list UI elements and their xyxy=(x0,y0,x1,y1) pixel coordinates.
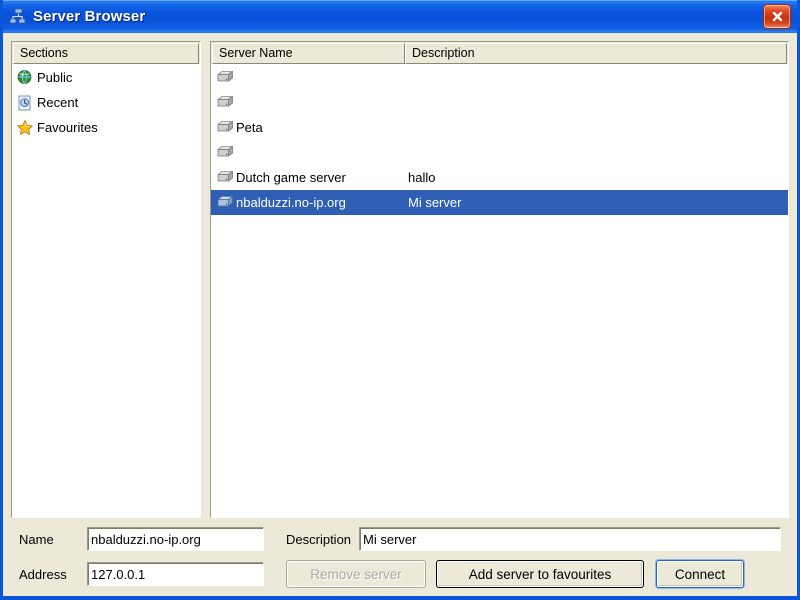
title-bar[interactable]: Server Browser xyxy=(3,0,797,33)
servers-list: Peta Dutch game server hallo nbalduzzi.n… xyxy=(211,64,788,517)
server-icon xyxy=(214,120,236,136)
window-title: Server Browser xyxy=(33,8,146,25)
window-body: Sections Public Recent Favourites Server… xyxy=(3,33,797,596)
column-header-description[interactable]: Description xyxy=(405,43,787,64)
column-header-server-name[interactable]: Server Name xyxy=(212,43,405,64)
table-row-selected[interactable]: nbalduzzi.no-ip.org Mi server xyxy=(211,190,788,215)
connect-button[interactable]: Connect xyxy=(656,560,744,588)
server-icon xyxy=(214,145,236,161)
servers-header-row: Server Name Description xyxy=(211,42,788,64)
sections-column-header[interactable]: Sections xyxy=(13,43,199,64)
name-input[interactable] xyxy=(87,527,264,551)
table-row[interactable] xyxy=(211,65,788,90)
add-server-to-favourites-button[interactable]: Add server to favourites xyxy=(436,560,644,588)
sidebar-item-recent[interactable]: Recent xyxy=(12,90,200,115)
name-row: Name Description xyxy=(19,527,781,551)
cell-server-name: nbalduzzi.no-ip.org xyxy=(236,195,346,210)
cell-description: hallo xyxy=(408,170,436,185)
panes-container: Sections Public Recent Favourites Server… xyxy=(11,41,789,518)
table-row[interactable] xyxy=(211,90,788,115)
name-label: Name xyxy=(19,531,54,547)
description-label: Description xyxy=(286,531,352,547)
sidebar-item-label: Favourites xyxy=(37,120,98,135)
servers-pane: Server Name Description Peta Dutch game … xyxy=(210,41,789,518)
address-label: Address xyxy=(19,566,67,582)
sidebar-item-favourites[interactable]: Favourites xyxy=(12,115,200,140)
table-row[interactable]: Peta xyxy=(211,115,788,140)
server-icon xyxy=(214,195,236,211)
close-icon[interactable] xyxy=(763,4,791,29)
address-input[interactable] xyxy=(87,562,264,586)
description-input[interactable] xyxy=(359,527,781,551)
sections-header-row: Sections xyxy=(12,42,200,64)
sidebar-item-label: Public xyxy=(37,70,73,85)
cell-server-name: Peta xyxy=(236,120,263,135)
sections-list: Public Recent Favourites xyxy=(12,64,200,517)
star-icon xyxy=(16,119,34,137)
table-row[interactable]: Dutch game server hallo xyxy=(211,165,788,190)
server-details-form: Name Description Address Remove server A… xyxy=(11,518,789,596)
remove-server-button[interactable]: Remove server xyxy=(286,560,426,588)
server-browser-window: Server Browser Sections Public Recent Fa… xyxy=(0,0,800,600)
server-icon xyxy=(214,170,236,186)
recent-page-icon xyxy=(16,94,34,112)
cell-description: Mi server xyxy=(408,195,462,210)
server-icon xyxy=(214,70,236,86)
server-icon xyxy=(214,95,236,111)
sidebar-item-public[interactable]: Public xyxy=(12,65,200,90)
button-row: Remove server Add server to favourites C… xyxy=(264,560,744,588)
address-row: Address Remove server Add server to favo… xyxy=(19,560,781,588)
network-servers-icon xyxy=(9,8,27,26)
sidebar-item-label: Recent xyxy=(37,95,79,110)
globe-icon xyxy=(16,69,34,87)
table-row[interactable] xyxy=(211,140,788,165)
cell-server-name: Dutch game server xyxy=(236,170,346,185)
sections-pane: Sections Public Recent Favourites xyxy=(11,41,201,518)
